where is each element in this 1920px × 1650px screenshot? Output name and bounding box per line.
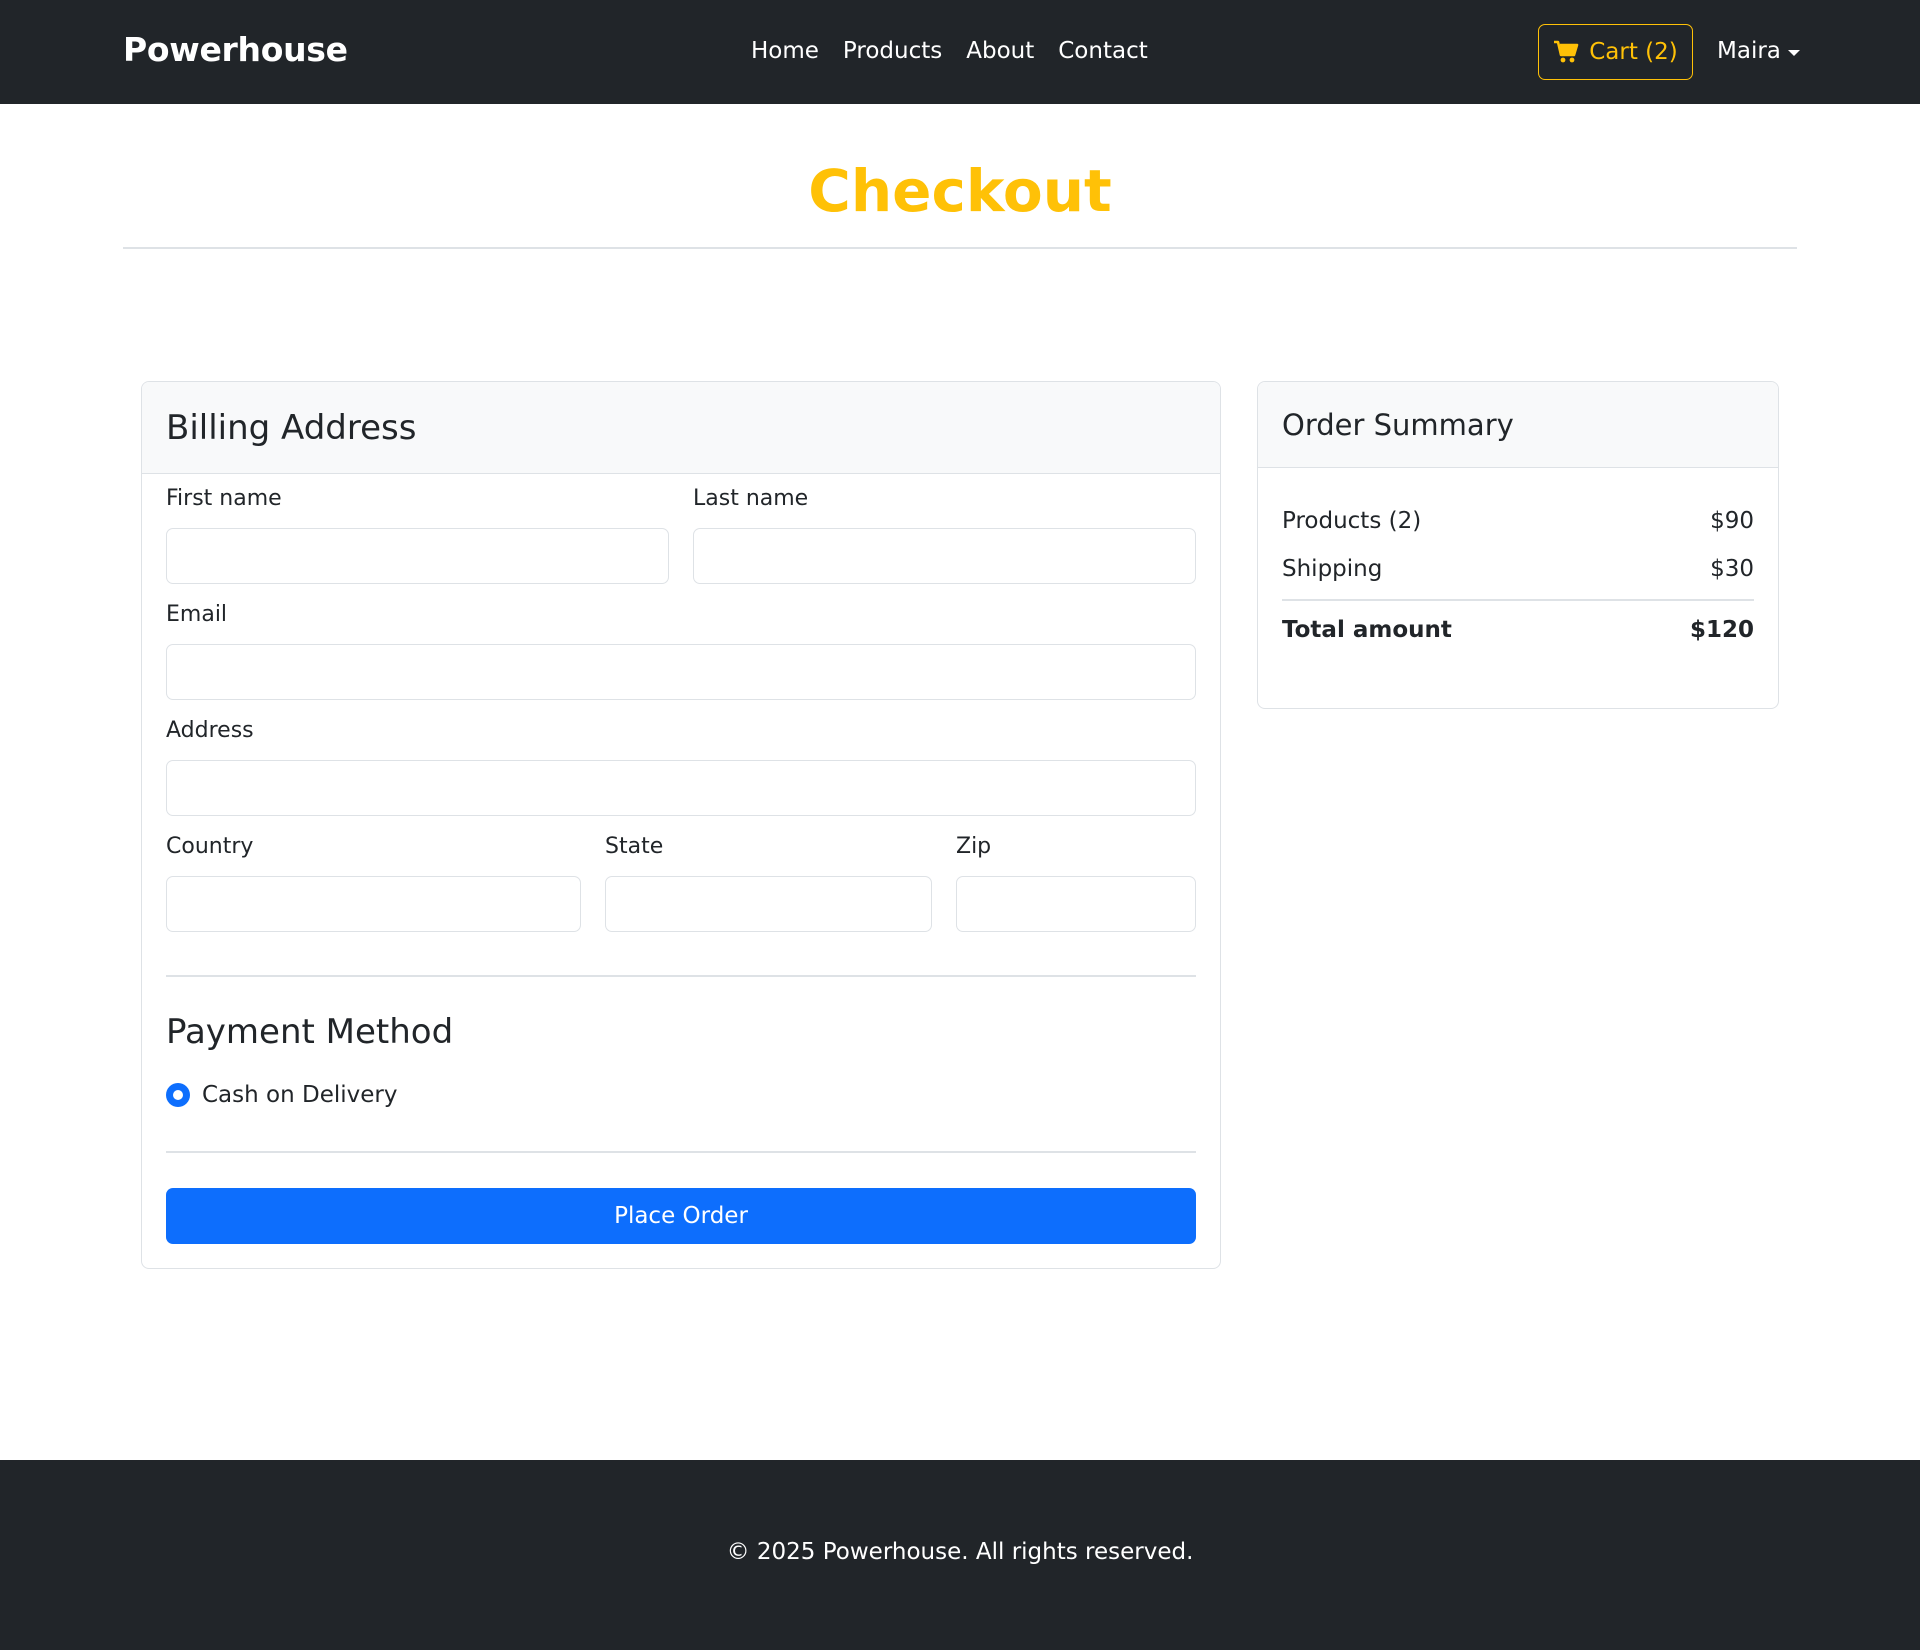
address-label: Address <box>166 718 254 743</box>
page-title: Checkout <box>808 157 1112 225</box>
payment-option-label: Cash on Delivery <box>202 1082 398 1108</box>
nav-link-home[interactable]: Home <box>751 38 819 64</box>
navbar: Powerhouse Home Products About Contact C… <box>0 0 1920 104</box>
billing-divider <box>166 975 1196 977</box>
address-input[interactable] <box>166 760 1196 816</box>
nav-links: Home Products About Contact <box>751 38 1148 64</box>
state-input[interactable] <box>605 876 932 932</box>
zip-input[interactable] <box>956 876 1196 932</box>
order-summary-title: Order Summary <box>1282 407 1514 442</box>
nav-link-contact[interactable]: Contact <box>1058 38 1147 64</box>
summary-row-products: Products (2) $90 <box>1282 508 1754 534</box>
user-name: Maira <box>1717 38 1781 64</box>
user-menu-dropdown[interactable]: Maira <box>1717 38 1801 64</box>
cart-label: Cart (2) <box>1589 39 1678 65</box>
summary-shipping-label: Shipping <box>1282 556 1383 582</box>
nav-link-about[interactable]: About <box>966 38 1034 64</box>
last-name-input[interactable] <box>693 528 1196 584</box>
nav-link-products[interactable]: Products <box>843 38 942 64</box>
order-summary-card: Order Summary Products (2) $90 Shipping … <box>1257 381 1779 709</box>
country-label: Country <box>166 834 254 859</box>
caret-down-icon <box>1787 38 1801 64</box>
brand-logo[interactable]: Powerhouse <box>123 30 348 69</box>
place-order-button[interactable]: Place Order <box>166 1188 1196 1244</box>
payment-option-cod[interactable]: Cash on Delivery <box>166 1082 397 1108</box>
summary-total-label: Total amount <box>1282 617 1452 643</box>
title-divider <box>123 247 1797 249</box>
summary-shipping-value: $30 <box>1710 556 1754 582</box>
state-label: State <box>605 834 664 859</box>
first-name-label: First name <box>166 486 282 511</box>
billing-card-header: Billing Address <box>142 382 1220 474</box>
summary-row-shipping: Shipping $30 <box>1282 556 1754 582</box>
cart-button[interactable]: Cart (2) <box>1538 24 1693 80</box>
summary-row-total: Total amount $120 <box>1282 617 1754 643</box>
summary-divider <box>1282 599 1754 601</box>
first-name-input[interactable] <box>166 528 669 584</box>
order-summary-header: Order Summary <box>1258 382 1778 468</box>
last-name-label: Last name <box>693 486 809 511</box>
billing-card: Billing Address First name Last name Ema… <box>141 381 1221 1269</box>
payment-divider <box>166 1151 1196 1153</box>
footer: © 2025 Powerhouse. All rights reserved. <box>0 1460 1920 1650</box>
summary-products-value: $90 <box>1710 508 1754 534</box>
summary-total-value: $120 <box>1689 617 1754 643</box>
payment-method-title: Payment Method <box>166 1012 454 1052</box>
billing-title: Billing Address <box>166 407 417 448</box>
zip-label: Zip <box>956 834 992 859</box>
summary-products-label: Products (2) <box>1282 508 1422 534</box>
shopping-cart-icon <box>1553 40 1579 64</box>
email-label: Email <box>166 602 228 627</box>
radio-selected-icon[interactable] <box>166 1083 190 1107</box>
email-field[interactable] <box>166 644 1196 700</box>
country-input[interactable] <box>166 876 581 932</box>
footer-copyright: © 2025 Powerhouse. All rights reserved. <box>726 1539 1194 1565</box>
